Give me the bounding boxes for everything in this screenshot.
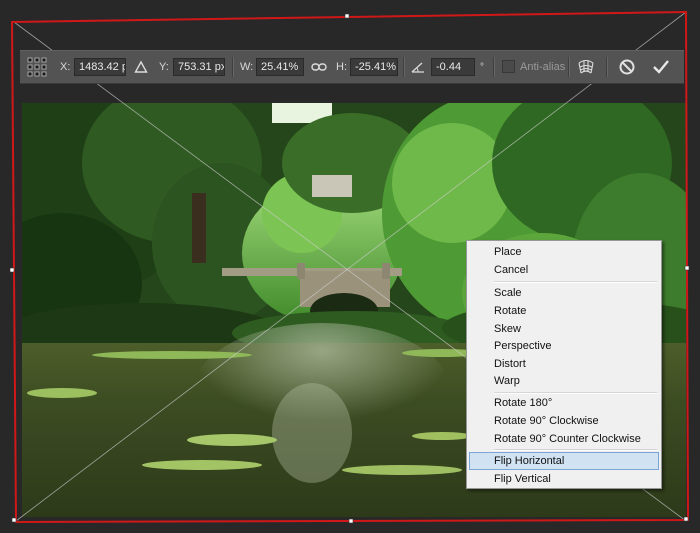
commit-transform-icon[interactable]: [649, 55, 673, 79]
w-label: W:: [240, 61, 254, 73]
menu-item-rotate-180[interactable]: Rotate 180°: [469, 394, 659, 412]
reference-point-locator-icon[interactable]: [25, 55, 49, 79]
handle-left[interactable]: [9, 267, 15, 273]
height-field[interactable]: -25.41%: [350, 58, 398, 76]
menu-separator: [494, 281, 657, 283]
toolbar-divider: [493, 57, 495, 77]
rotate-angle-icon: [406, 55, 430, 79]
y-position-field[interactable]: 753.31 px: [173, 58, 225, 76]
document-canvas[interactable]: X: 1483.42 px Y: 753.31 px W: 25.41% H: …: [0, 0, 700, 533]
menu-separator: [494, 449, 657, 451]
toolbar-divider: [232, 57, 234, 77]
menu-item-place[interactable]: Place: [469, 243, 659, 261]
free-transform-options-bar: X: 1483.42 px Y: 753.31 px W: 25.41% H: …: [20, 50, 684, 84]
toolbar-divider: [568, 57, 570, 77]
handle-bottom-left[interactable]: [11, 517, 17, 523]
toolbar-divider: [403, 57, 405, 77]
menu-item-rotate-90-cw[interactable]: Rotate 90° Clockwise: [469, 412, 659, 430]
relative-positioning-icon[interactable]: [129, 55, 153, 79]
menu-item-flip-vertical[interactable]: Flip Vertical: [469, 470, 659, 488]
x-label: X:: [60, 61, 71, 73]
menu-item-distort[interactable]: Distort: [469, 355, 659, 373]
menu-item-scale[interactable]: Scale: [469, 284, 659, 302]
toolbar-divider: [606, 57, 608, 77]
x-position-field[interactable]: 1483.42 px: [74, 58, 126, 76]
antialias-checkbox[interactable]: [502, 60, 515, 73]
antialias-label: Anti-alias: [520, 61, 566, 73]
handle-bottom-right[interactable]: [683, 516, 689, 522]
handle-top[interactable]: [344, 13, 350, 19]
cancel-transform-icon[interactable]: [615, 55, 639, 79]
menu-item-cancel[interactable]: Cancel: [469, 261, 659, 279]
menu-item-skew[interactable]: Skew: [469, 320, 659, 338]
y-label: Y:: [159, 61, 169, 73]
menu-item-warp[interactable]: Warp: [469, 372, 659, 390]
handle-bottom[interactable]: [348, 518, 354, 524]
warp-mode-icon[interactable]: [574, 55, 598, 79]
transform-context-menu: Place Cancel Scale Rotate Skew Perspecti…: [466, 240, 662, 489]
degree-symbol: °: [480, 61, 484, 73]
rotation-angle-field[interactable]: -0.44: [431, 58, 475, 76]
menu-item-rotate-90-ccw[interactable]: Rotate 90° Counter Clockwise: [469, 430, 659, 448]
menu-item-rotate[interactable]: Rotate: [469, 302, 659, 320]
menu-item-flip-horizontal[interactable]: Flip Horizontal: [469, 452, 659, 470]
h-label: H:: [336, 61, 347, 73]
width-field[interactable]: 25.41%: [256, 58, 304, 76]
menu-item-perspective[interactable]: Perspective: [469, 337, 659, 355]
link-icon[interactable]: [307, 55, 331, 79]
